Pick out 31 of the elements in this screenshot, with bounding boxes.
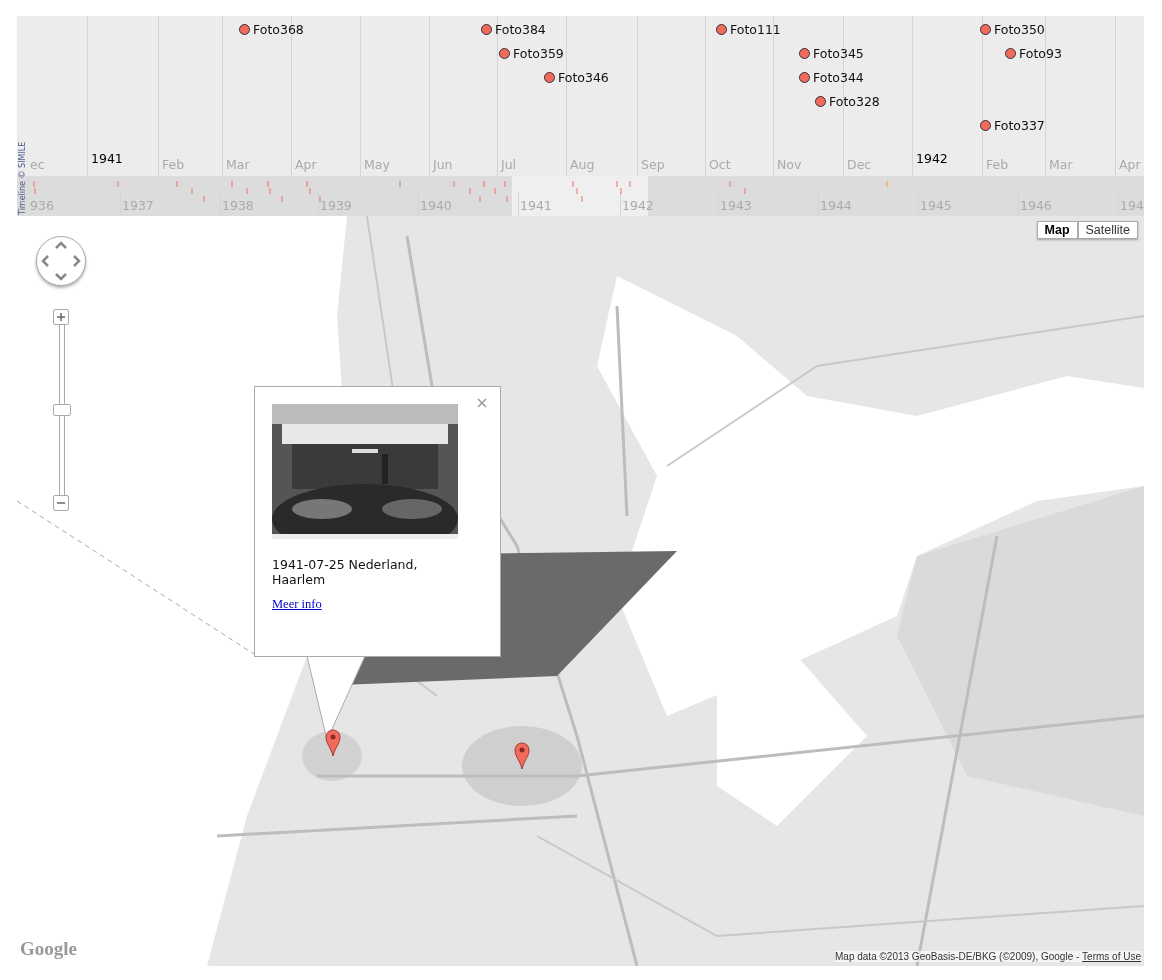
month-label: Dec — [847, 157, 872, 172]
timeline-event[interactable]: Foto359 — [499, 46, 564, 61]
year-label: 1941 — [520, 198, 552, 213]
month-label: ec — [30, 157, 45, 172]
month-label: Nov — [777, 157, 802, 172]
month-label: Aug — [570, 157, 595, 172]
timeline-event[interactable]: Foto346 — [544, 70, 609, 85]
timeline-credit: Timeline © SIMILE — [18, 141, 27, 215]
month-label: Jul — [501, 157, 517, 172]
timeline-event[interactable]: Foto328 — [815, 94, 880, 109]
year-label: 1942 — [916, 151, 948, 166]
month-label: Feb — [162, 157, 185, 172]
year-label: 1942 — [622, 198, 654, 213]
timeline-event[interactable]: Foto93 — [1005, 46, 1062, 61]
month-label: Feb — [986, 157, 1009, 172]
timeline-event[interactable]: Foto345 — [799, 46, 864, 61]
timeline-event[interactable]: Foto111 — [716, 22, 781, 37]
month-label: Apr — [295, 157, 317, 172]
timeline-event[interactable]: Foto344 — [799, 70, 864, 85]
month-label: May — [364, 157, 390, 172]
month-label: Mar — [1049, 157, 1073, 172]
year-label: 1941 — [91, 151, 123, 166]
month-label: Sep — [641, 157, 665, 172]
month-label: Mar — [226, 157, 250, 172]
timeline-event[interactable]: Foto384 — [481, 22, 546, 37]
month-label: Jun — [433, 157, 453, 172]
timeline-event[interactable]: Foto368 — [239, 22, 304, 37]
month-label: Oct — [709, 157, 731, 172]
timeline-event[interactable]: Foto350 — [980, 22, 1045, 37]
timeline-event[interactable]: Foto337 — [980, 118, 1045, 133]
month-label: Apr — [1119, 157, 1141, 172]
